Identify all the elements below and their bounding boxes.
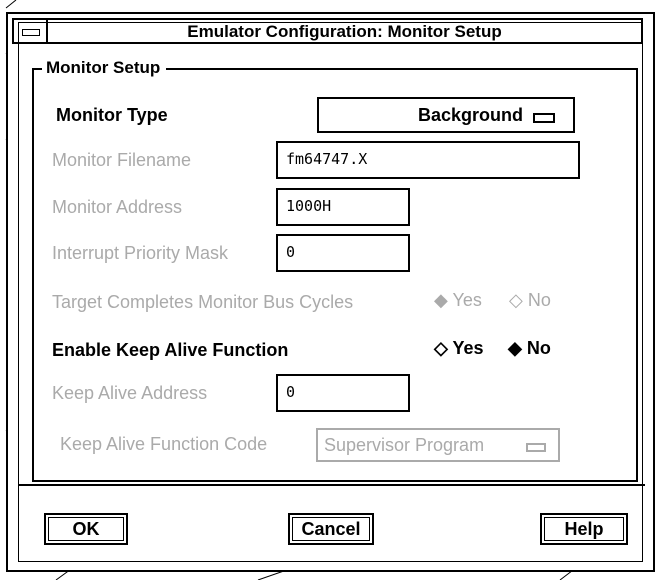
help-button[interactable]: Help	[540, 513, 628, 545]
group-title: Monitor Setup	[42, 58, 167, 78]
ok-button[interactable]: OK	[44, 513, 128, 545]
monitor-filename-field[interactable]: fm64747.X	[276, 141, 580, 179]
keep-alive-code-option-menu[interactable]: Supervisor Program	[316, 428, 560, 462]
target-completes-no-radio[interactable]: ◇ No	[509, 290, 551, 311]
title-bar: Emulator Configuration: Monitor Setup	[12, 18, 643, 44]
option-menu-icon	[533, 113, 555, 123]
filled-diamond-icon: ◆	[434, 290, 448, 310]
keep-alive-yes-label: Yes	[452, 338, 484, 358]
interrupt-mask-field[interactable]: 0	[276, 234, 410, 272]
keep-alive-code-value: Supervisor Program	[324, 435, 485, 455]
button-area-separator	[18, 484, 645, 486]
empty-diamond-icon: ◇	[434, 338, 448, 358]
window-menu-button[interactable]	[14, 20, 48, 42]
monitor-type-option-menu[interactable]: Background	[317, 97, 575, 133]
target-completes-label: Target Completes Monitor Bus Cycles	[52, 292, 354, 312]
empty-diamond-icon: ◇	[509, 290, 523, 310]
monitor-type-value: Background	[417, 105, 523, 125]
keep-alive-no-radio[interactable]: ◆ No	[508, 338, 551, 359]
keep-alive-yes-radio[interactable]: ◇ Yes	[434, 338, 484, 359]
monitor-address-label: Monitor Address	[52, 197, 183, 217]
monitor-address-field[interactable]: 1000H	[276, 188, 410, 226]
monitor-type-label: Monitor Type	[56, 105, 168, 125]
window-menu-icon	[22, 29, 40, 36]
monitor-filename-label: Monitor Filename	[52, 150, 192, 170]
window-title: Emulator Configuration: Monitor Setup	[187, 22, 502, 41]
target-completes-no-label: No	[527, 290, 551, 310]
keep-alive-address-label: Keep Alive Address	[52, 383, 208, 403]
target-completes-yes-radio[interactable]: ◆ Yes	[434, 290, 482, 311]
keep-alive-address-field[interactable]: 0	[276, 374, 410, 412]
keep-alive-no-label: No	[526, 338, 551, 358]
keep-alive-label: Enable Keep Alive Function	[52, 340, 289, 360]
interrupt-mask-label: Interrupt Priority Mask	[52, 243, 229, 263]
filled-diamond-icon: ◆	[508, 338, 522, 358]
target-completes-yes-label: Yes	[452, 290, 482, 310]
keep-alive-code-label: Keep Alive Function Code	[60, 434, 268, 454]
option-menu-icon	[526, 443, 546, 452]
cancel-button[interactable]: Cancel	[288, 513, 374, 545]
